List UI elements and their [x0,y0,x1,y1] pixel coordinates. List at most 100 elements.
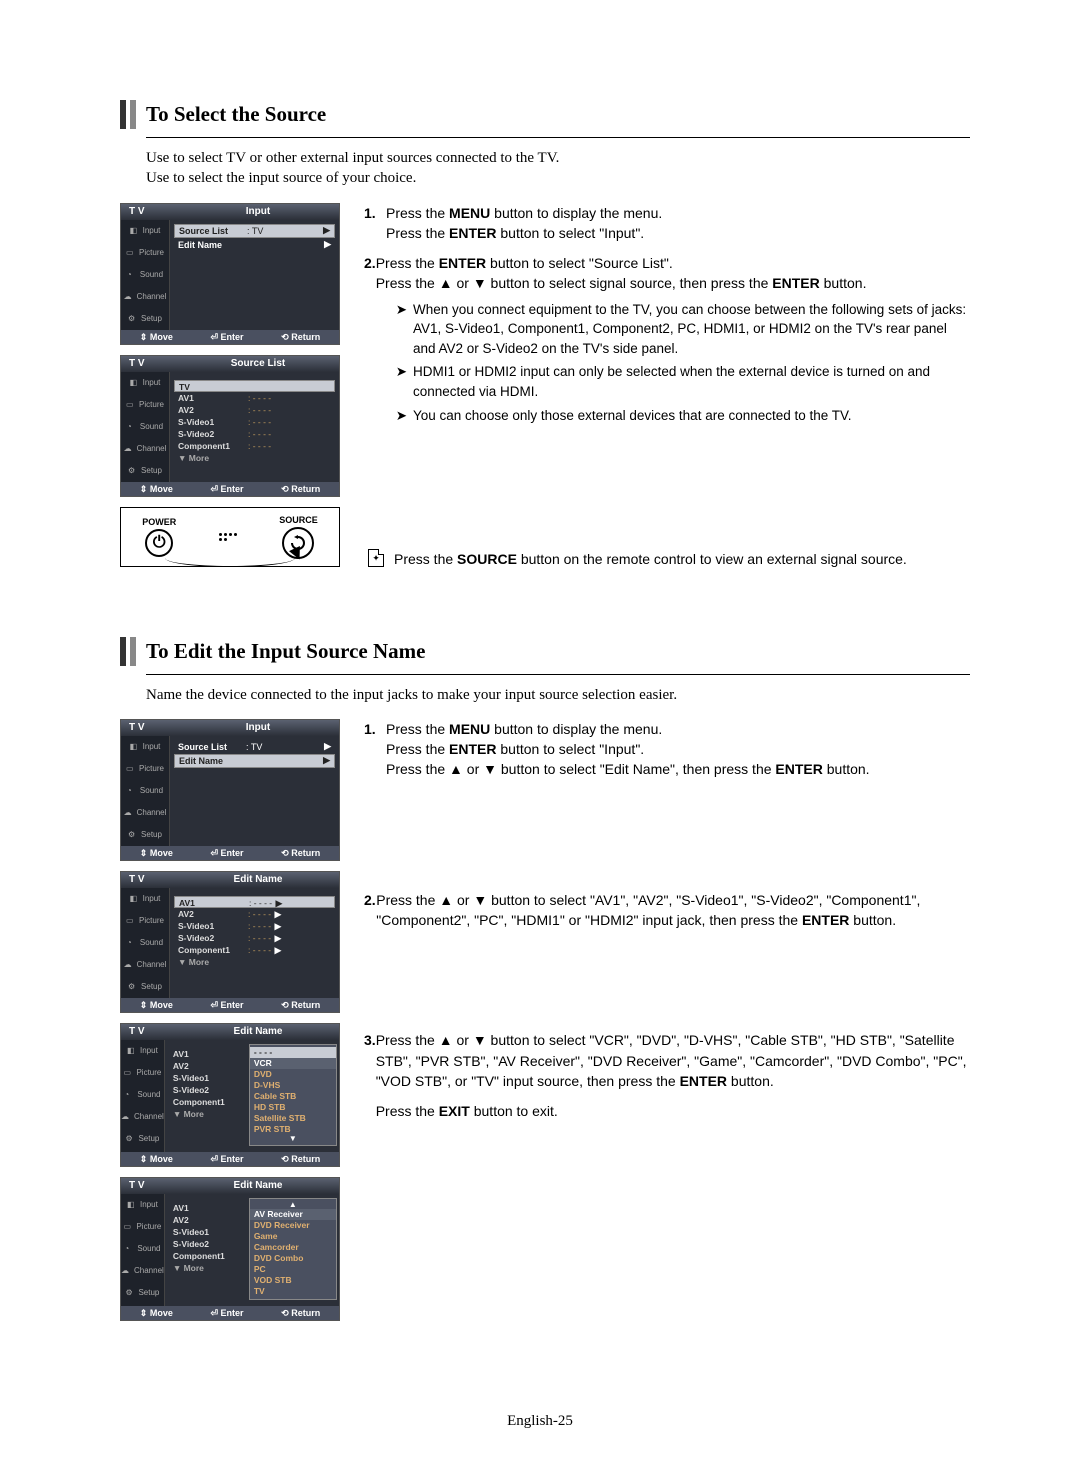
osd-input-menu: T V Input ◧Input ▭Picture ◔Sound ☁Channe… [120,203,340,345]
setup-icon: ⚙ [128,830,138,840]
step-number: 1. [364,719,386,780]
remote-diagram: POWER ⏻ SOURCE [120,507,340,567]
osd-row-edit-name: Edit Name ▶ [174,754,335,768]
osd-edit-name-popup2: T VEdit Name ◧Input ▭Picture ◔Sound ☁Cha… [120,1177,340,1321]
popup-item: Satellite STB [250,1113,336,1124]
osd-sidebar-item: ⚙Setup [121,308,169,330]
osd-row-source-list: Source List : TV ▶ [174,224,335,238]
intro-line: Use to select the input source of your c… [146,168,970,188]
picture-icon: ▭ [126,764,136,774]
list-item: Component1 [169,1250,249,1262]
enter-icon: ⏎ [210,332,218,342]
input-icon: ◧ [130,742,140,752]
down-arrow-icon: ▼ [483,761,497,777]
osd-sidebar-item: ◔Sound [121,264,169,286]
osd-sidebar: ◧Input ▭Picture ◔Sound ☁Channel ⚙Setup [121,372,170,482]
section-title-wrap: To Select the Source [120,100,970,129]
list-item: Component1: - - - - [174,440,335,452]
list-item: Component1 [169,1096,249,1108]
sound-icon: ◔ [127,786,137,796]
list-item: S-Video2 [169,1238,249,1250]
popup-item: - - - - [250,1047,336,1058]
list-item: AV2 [169,1214,249,1226]
intro-line: Use to select TV or other external input… [146,148,970,168]
osd-tv-label: T V [121,356,177,372]
osd-footer: ⇕ Move ⏎ Enter ⟲ Return [121,330,339,344]
osd-sidebar-item: ▭Picture [121,394,169,416]
section-underline [146,674,970,675]
section-title-wrap: To Edit the Input Source Name [120,637,970,666]
chevron-right-icon: ▶ [271,944,281,956]
osd-sidebar-item: ◔Sound [121,416,169,438]
osd-sidebar-item: ☁Channel [121,438,169,460]
setup-icon: ⚙ [128,314,138,324]
popup-item: VCR [250,1058,336,1069]
chevron-right-icon: ▶ [271,908,281,920]
setup-icon: ⚙ [128,466,138,476]
list-item: AV1: - - - - [174,392,335,404]
chevron-right-icon: ▶ [272,897,282,907]
osd-source-list: T V Source List ◧Input ▭Picture ◔Sound ☁… [120,355,340,497]
input-icon: ◧ [130,378,140,388]
pointer-icon: ➤ [396,406,407,426]
power-button-icon: ⏻ [145,529,173,557]
popup-item: DVD Receiver [250,1220,336,1231]
section-title: To Select the Source [146,100,326,129]
osd-menu-title: Input [177,204,339,220]
right-column: 1. Press the MENU button to display the … [364,719,970,1122]
osd-row-source-list: Source List : TV ▶ [174,740,335,754]
section-intro: Use to select TV or other external input… [146,148,970,189]
up-arrow-icon: ▲ [439,1032,453,1048]
pointer-icon: ➤ [396,300,407,359]
return-icon: ⟲ [281,484,289,494]
list-item: AV2: - - - - [174,404,335,416]
input-icon: ◧ [130,226,140,236]
scroll-up-icon: ▲ [250,1201,336,1209]
list-item: S-Video1 [169,1226,249,1238]
step: 2. Press the ENTER button to select "Sou… [364,253,970,429]
popup-item: D-VHS [250,1080,336,1091]
osd-menu-title: Source List [177,356,339,372]
popup-item: Camcorder [250,1242,336,1253]
popup-item: PC [250,1264,336,1275]
osd-edit-name-popup1: T VEdit Name ◧Input ▭Picture ◔Sound ☁Cha… [120,1023,340,1167]
more-indicator: ▼ More [169,1262,249,1274]
return-icon: ⟲ [281,332,289,342]
popup-item: HD STB [250,1102,336,1113]
sound-icon: ◔ [127,422,137,432]
osd-header: T V Input [121,204,339,220]
subnote: ➤HDMI1 or HDMI2 input can only be select… [396,362,970,401]
list-item: TV [174,380,335,392]
updown-icon: ⇕ [140,332,148,342]
osd-tv-label: T V [121,204,177,220]
power-label: POWER [142,517,176,527]
picture-icon: ▭ [126,400,136,410]
osd-header: T V Source List [121,356,339,372]
osd-popup: - - - - VCR DVD D-VHS Cable STB HD STB S… [249,1044,337,1146]
popup-item: DVD [250,1069,336,1080]
osd-sidebar-item: ◧Input [121,372,169,394]
right-column: 1. Press the MENU button to display the … [364,203,970,570]
picture-icon: ▭ [126,248,136,258]
chevron-right-icon: ▶ [271,920,281,932]
remote-note: ✦ Press the SOURCE button on the remote … [368,549,970,569]
osd-sidebar-item: ▭Picture [121,242,169,264]
step-number: 1. [364,203,386,244]
up-arrow-icon: ▲ [439,275,453,291]
osd-edit-name-list: T VEdit Name ◧Input ▭Picture ◔Sound ☁Cha… [120,871,340,1013]
step-number: 2. [364,890,376,931]
step: 1. Press the MENU button to display the … [364,203,970,244]
channel-icon: ☁ [124,292,134,302]
list-item: S-Video2: - - - -▶ [174,932,335,944]
list-item: AV1 [169,1048,249,1060]
osd-sidebar: ◧Input ▭Picture ◔Sound ☁Channel ⚙Setup [121,220,170,330]
more-indicator: ▼ More [174,452,335,464]
popup-item: Game [250,1231,336,1242]
up-arrow-icon: ▲ [449,761,463,777]
popup-item: AV Receiver [250,1209,336,1220]
step: 2. Press the ▲ or ▼ button to select "AV… [364,890,970,931]
step: 1. Press the MENU button to display the … [364,719,970,780]
channel-icon: ☁ [124,808,134,818]
osd-row-edit-name: Edit Name ▶ [174,238,335,252]
section-intro: Name the device connected to the input j… [146,685,970,705]
